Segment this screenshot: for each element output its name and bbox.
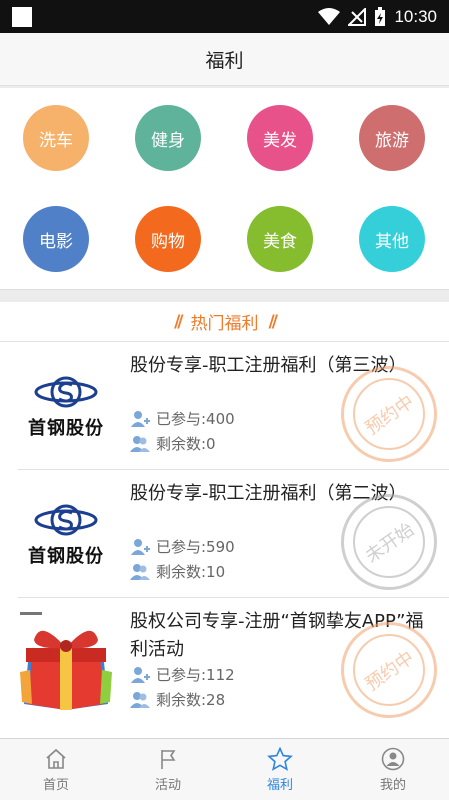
- user-add-icon: [131, 410, 150, 427]
- status-stamp: 预约中: [341, 622, 437, 718]
- category-hair[interactable]: 美发: [247, 105, 313, 171]
- joined-count: 已参与:112: [130, 664, 235, 685]
- bottom-tab-bar: 首页 活动 福利 我的: [0, 738, 449, 800]
- battery-icon: [375, 6, 386, 26]
- users-icon: [130, 563, 150, 580]
- category-label: 洗车: [39, 130, 73, 151]
- welfare-item[interactable]: 首钢股份 股份专享-职工注册福利（第二波） 已参与:590 剩余数:10 未开始: [0, 470, 449, 598]
- category-label: 美发: [263, 130, 297, 151]
- decor-slash-icon: //: [268, 311, 279, 332]
- category-other[interactable]: 其他: [359, 206, 425, 272]
- category-shopping[interactable]: 购物: [135, 206, 201, 272]
- tab-label: 活动: [154, 778, 181, 793]
- remaining-count: 剩余数:10: [130, 561, 225, 582]
- flag-icon: [161, 750, 176, 769]
- joined-count: 已参与:590: [130, 536, 235, 557]
- category-label: 购物: [151, 231, 185, 252]
- remaining-count: 剩余数:0: [130, 433, 216, 454]
- joined-label: 已参与:112: [156, 666, 235, 684]
- welfare-item[interactable]: 首钢股份 股份专享-职工注册福利（第三波） 已参与:400 剩余数:0 预约中: [0, 342, 449, 470]
- category-travel[interactable]: 旅游: [359, 105, 425, 171]
- users-icon: [130, 691, 150, 708]
- star-icon: [267, 747, 293, 771]
- tab-label: 首页: [42, 778, 69, 793]
- decor-slash-icon: //: [174, 311, 184, 332]
- remaining-label: 剩余数:28: [156, 691, 226, 709]
- status-stamp: 预约中: [341, 366, 437, 462]
- joined-label: 已参与:590: [156, 538, 235, 556]
- status-bar: 10:30: [0, 0, 449, 33]
- category-label: 健身: [151, 130, 185, 151]
- welfare-list: 首钢股份 股份专享-职工注册福利（第三波） 已参与:400 剩余数:0 预约中 …: [0, 342, 449, 738]
- remaining-label: 剩余数:0: [156, 435, 216, 453]
- remaining-label: 剩余数:10: [156, 563, 226, 581]
- status-stamp: 未开始: [341, 494, 437, 590]
- notification-icon: [12, 7, 32, 27]
- category-label: 美食: [263, 231, 297, 252]
- logo-emblem-icon: [34, 376, 98, 408]
- joined-label: 已参与:400: [156, 410, 235, 428]
- tab-home[interactable]: 首页: [0, 739, 112, 800]
- category-label: 其他: [375, 231, 409, 252]
- category-grid: 洗车 健身 美发 旅游 电影 购物 美食 其他: [0, 88, 449, 290]
- category-label: 电影: [39, 231, 73, 252]
- category-fitness[interactable]: 健身: [135, 105, 201, 171]
- logo-brand-text: 首钢股份: [28, 546, 104, 567]
- joined-count: 已参与:400: [130, 408, 235, 429]
- welfare-item[interactable]: 股权公司专享-注册“首钢挚友APP”福利活动 已参与:112 剩余数:28 预约…: [0, 598, 449, 726]
- users-icon: [130, 435, 150, 452]
- tab-mine[interactable]: 我的: [337, 739, 449, 800]
- wifi-icon: [318, 7, 341, 25]
- section-title: 热门福利: [190, 314, 259, 334]
- category-movie[interactable]: 电影: [23, 206, 89, 272]
- tab-activity[interactable]: 活动: [112, 739, 224, 800]
- page-title: 福利: [205, 49, 244, 72]
- logo-brand-text: 首钢股份: [28, 418, 104, 439]
- app-header: 福利: [0, 33, 449, 86]
- user-icon: [381, 747, 405, 771]
- shougang-logo: 首钢股份: [20, 370, 112, 440]
- remaining-count: 剩余数:28: [130, 689, 225, 710]
- category-food[interactable]: 美食: [247, 206, 313, 272]
- tab-label: 福利: [266, 778, 293, 793]
- gift-box-image: [20, 612, 112, 710]
- signal-icon: [348, 7, 367, 26]
- user-add-icon: [131, 666, 150, 683]
- category-label: 旅游: [375, 130, 409, 151]
- tab-label: 我的: [379, 778, 406, 793]
- home-icon: [46, 748, 66, 769]
- shougang-logo: 首钢股份: [20, 498, 112, 568]
- tab-welfare[interactable]: 福利: [224, 739, 336, 800]
- hot-welfare-header: // 热门福利 //: [0, 302, 449, 342]
- user-add-icon: [131, 538, 150, 555]
- category-car-wash[interactable]: 洗车: [23, 105, 89, 171]
- logo-emblem-icon: [34, 504, 98, 536]
- clock: 10:30: [394, 6, 437, 26]
